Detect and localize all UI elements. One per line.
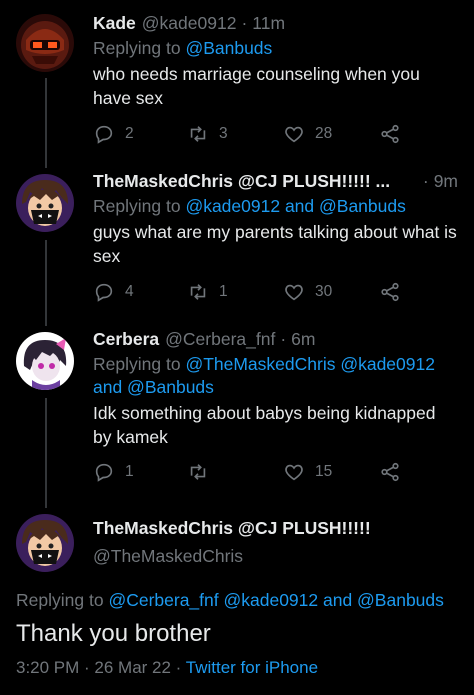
like-button[interactable]: 15	[283, 461, 332, 483]
avatar[interactable]	[16, 174, 74, 232]
tweet-source-link[interactable]: Twitter for iPhone	[186, 658, 318, 677]
share-icon	[381, 462, 399, 482]
reply-button[interactable]: 4	[93, 281, 134, 303]
avatar[interactable]	[16, 14, 74, 72]
main-replying-to-line: Replying to @Cerbera_fnf @kade0912 and @…	[16, 590, 444, 611]
reply-count: 1	[125, 463, 134, 480]
tweet-time[interactable]: 11m	[252, 12, 285, 34]
main-tweet-meta: 3:20 PM · 26 Mar 22 · Twitter for iPhone	[16, 658, 318, 678]
retweet-button[interactable]: 3	[187, 123, 228, 145]
tweet-cerbera[interactable]: Cerbera @Cerbera_fnf · 6m Replying to @T…	[0, 318, 474, 498]
like-icon	[285, 126, 303, 143]
like-count: 15	[315, 463, 333, 480]
reply-icon	[95, 283, 113, 302]
tweet-time[interactable]: 6m	[291, 328, 315, 350]
share-button[interactable]	[379, 461, 401, 483]
retweet-button[interactable]	[187, 461, 209, 483]
reply-button[interactable]: 1	[93, 461, 134, 483]
main-user-handle[interactable]: @TheMaskedChris	[93, 546, 243, 567]
replying-prefix: Replying to	[93, 354, 181, 374]
replying-to-line: Replying to @TheMaskedChris @kade0912 an…	[93, 353, 458, 399]
like-icon	[285, 464, 303, 481]
display-name[interactable]: TheMaskedChris @CJ PLUSH!!!!! ...	[93, 170, 390, 192]
tweet-time[interactable]: 9m	[434, 170, 458, 192]
separator-dot: ·	[280, 329, 287, 349]
reply-icon	[95, 125, 113, 144]
display-name[interactable]: Kade	[93, 12, 136, 34]
retweet-count: 3	[219, 125, 228, 142]
tweet-timestamp[interactable]: 3:20 PM · 26 Mar 22 ·	[16, 658, 181, 677]
share-icon	[381, 282, 399, 302]
retweet-icon	[190, 464, 206, 480]
replying-prefix: Replying to	[93, 196, 181, 216]
replying-to-link[interactable]: @kade0912 and @Banbuds	[185, 196, 405, 216]
like-button[interactable]: 28	[283, 123, 332, 145]
tweet-text: guys what are my parents talking about w…	[93, 222, 457, 266]
tweet-themaskedchris[interactable]: TheMaskedChris @CJ PLUSH!!!!! ... · 9m R…	[0, 160, 474, 318]
retweet-icon	[190, 284, 206, 300]
retweet-count: 1	[219, 283, 228, 300]
main-display-name[interactable]: TheMaskedChris @CJ PLUSH!!!!!	[93, 518, 371, 539]
reply-count: 4	[125, 283, 134, 300]
retweet-button[interactable]: 1	[187, 281, 228, 303]
like-icon	[285, 284, 303, 301]
tweet-text: Idk something about babys being kidnappe…	[93, 403, 436, 447]
user-handle[interactable]: @Cerbera_fnf	[165, 328, 275, 350]
like-button[interactable]: 30	[283, 281, 332, 303]
tweet-kade[interactable]: Kade @kade0912 · 11m Replying to @Banbud…	[0, 0, 474, 160]
replying-prefix: Replying to	[93, 38, 181, 58]
replying-to-line: Replying to @Banbuds	[93, 37, 458, 60]
like-count: 30	[315, 283, 333, 300]
user-handle[interactable]: @kade0912	[142, 12, 237, 34]
retweet-icon	[190, 126, 206, 142]
avatar[interactable]	[16, 332, 74, 390]
separator-dot: ·	[241, 13, 248, 33]
main-tweet-text: Thank you brother	[16, 620, 211, 647]
replying-to-line: Replying to @kade0912 and @Banbuds	[93, 195, 458, 218]
replying-prefix: Replying to	[16, 590, 104, 610]
replying-to-link[interactable]: @Cerbera_fnf @kade0912 and @Banbuds	[108, 590, 443, 610]
display-name[interactable]: Cerbera	[93, 328, 159, 350]
reply-button[interactable]: 2	[93, 123, 134, 145]
like-count: 28	[315, 125, 333, 142]
separator-dot: ·	[422, 171, 429, 191]
share-icon	[381, 124, 399, 144]
reply-icon	[95, 463, 113, 482]
share-button[interactable]	[379, 123, 401, 145]
tweet-text: who needs marriage counseling when you h…	[93, 64, 420, 108]
replying-to-link[interactable]: @Banbuds	[185, 38, 272, 58]
reply-count: 2	[125, 125, 134, 142]
main-avatar[interactable]	[16, 514, 74, 572]
share-button[interactable]	[379, 281, 401, 303]
